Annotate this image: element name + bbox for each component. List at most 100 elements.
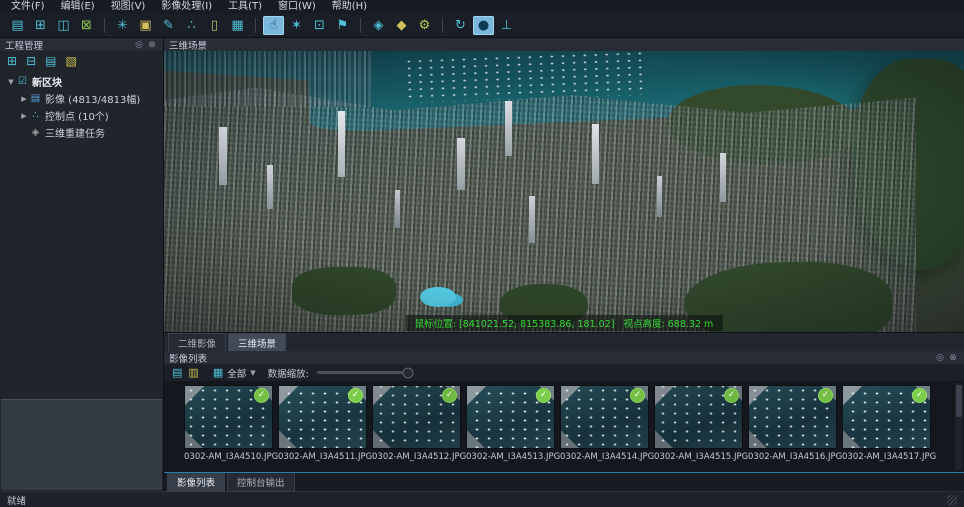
- image-list-toolbar-icons: ▤▥: [172, 366, 205, 379]
- image-thumbnail: ✓: [372, 385, 461, 449]
- menu-item-tools[interactable]: 工具(T): [220, 0, 270, 14]
- tree-item-control-points[interactable]: ▶∴控制点 (10个): [0, 107, 163, 124]
- image-thumbnail: ✓: [654, 385, 743, 449]
- main-area: 工程管理 ◎ ⊗ ⊞⊟▤▧ ▼☑新区块▶▤影像 (4813/4813幅)▶∴控制…: [0, 38, 964, 491]
- import-images-icon[interactable]: ⊟: [26, 54, 36, 68]
- save-project-icon[interactable]: ◫: [53, 16, 74, 35]
- image-thumbnail: ✓: [466, 385, 555, 449]
- grid-icon[interactable]: ▦: [227, 16, 248, 35]
- view-tab-3d-scene[interactable]: 三维场景: [228, 333, 286, 351]
- pose-view-icon[interactable]: ⊥: [496, 16, 517, 35]
- thumbnail-zoom-label: 数据缩放:: [268, 366, 309, 380]
- control-points-icon: ∴: [29, 110, 42, 121]
- orbit-view-icon[interactable]: ↻: [450, 16, 471, 35]
- project-tree: ▼☑新区块▶▤影像 (4813/4813幅)▶∴控制点 (10个)◈三维重建任务: [0, 71, 163, 398]
- feature-points-icon[interactable]: ✳: [112, 16, 133, 35]
- image-list-item[interactable]: ✓0302-AM_I3A4515.JPG: [654, 385, 743, 472]
- tree-item-images[interactable]: ▶▤影像 (4813/4813幅): [0, 90, 163, 107]
- tree-item-block[interactable]: ▼☑新区块: [0, 73, 163, 90]
- tree-item-label: 三维重建任务: [45, 125, 105, 140]
- tree-expand-arrow[interactable]: ▶: [19, 95, 29, 103]
- toolbar-separator: [255, 18, 256, 33]
- select-box-icon[interactable]: ⊡: [309, 16, 330, 35]
- thumbnail-zoom-slider[interactable]: [317, 371, 412, 374]
- image-filter-dropdown[interactable]: ▦ 全部 ▼: [213, 366, 256, 380]
- tree-expand-arrow[interactable]: ▼: [6, 78, 16, 86]
- match-points-icon[interactable]: ∴: [181, 16, 202, 35]
- image-list-item[interactable]: ✓0302-AM_I3A4512.JPG: [372, 385, 461, 472]
- thumbnail-strip: ✓0302-AM_I3A4510.JPG✓0302-AM_I3A4511.JPG…: [164, 381, 964, 472]
- check-badge-icon: ✓: [536, 388, 551, 403]
- pos-data-icon[interactable]: ▯: [204, 16, 225, 35]
- bottom-tab-bar: 影像列表控制台输出: [164, 473, 964, 491]
- new-project-icon[interactable]: ⊞: [30, 16, 51, 35]
- view-height-value: 688.32 m: [668, 319, 714, 330]
- globe-settings-icon[interactable]: ⚙: [414, 16, 435, 35]
- select-point-icon[interactable]: ✶: [286, 16, 307, 35]
- sphere-view-icon[interactable]: ●: [473, 16, 494, 35]
- menu-item-edit[interactable]: 编辑(E): [53, 0, 103, 14]
- image-edit-icon[interactable]: ▧: [65, 54, 76, 68]
- menu-item-window[interactable]: 窗口(W): [270, 0, 324, 14]
- menu-item-view[interactable]: 视图(V): [103, 0, 154, 14]
- tree-item-label: 影像 (4813/4813幅): [45, 91, 140, 106]
- toolbar-separator: [442, 18, 443, 33]
- image-list-item[interactable]: ✓0302-AM_I3A4513.JPG: [466, 385, 555, 472]
- check-badge-icon: ✓: [630, 388, 645, 403]
- add-model-icon[interactable]: ◈: [368, 16, 389, 35]
- view-tab-2d-image[interactable]: 二维影像: [168, 333, 226, 351]
- slider-knob[interactable]: [403, 367, 414, 378]
- open-project-icon[interactable]: ▤: [7, 16, 28, 35]
- project-panel: 工程管理 ◎ ⊗ ⊞ ⊟ ▤ ▧ ▼☑新区块▶▤影像 (4813/4813幅)▶∴控制…: [0, 38, 164, 491]
- image-list-item[interactable]: ✓0302-AM_I3A4511.JPG: [278, 385, 367, 472]
- project-panel-header: 工程管理 ◎ ⊗: [0, 38, 163, 51]
- image-filename: 0302-AM_I3A4512.JPG: [372, 449, 461, 462]
- close-panel-icon[interactable]: ⊗: [947, 353, 959, 363]
- bottom-tab-console-output[interactable]: 控制台输出: [227, 473, 295, 492]
- scrollbar[interactable]: [955, 383, 963, 470]
- viewport-column: 三维场景 鼠标位置: [841021.52, 815383.86, 181.02…: [164, 38, 964, 491]
- scrollbar-thumb[interactable]: [956, 385, 962, 417]
- show-images-icon[interactable]: ▤: [172, 366, 182, 379]
- edit-pose-icon[interactable]: ✎: [158, 16, 179, 35]
- image-list-item[interactable]: ✓0302-AM_I3A4510.JPG: [184, 385, 273, 472]
- image-list-item[interactable]: ✓0302-AM_I3A4514.JPG: [560, 385, 649, 472]
- float-panel-icon[interactable]: ◎: [934, 353, 946, 363]
- pan-hand-icon[interactable]: ☝: [263, 16, 284, 35]
- project-panel-title: 工程管理: [5, 38, 43, 52]
- close-project-icon[interactable]: ⊠: [76, 16, 97, 35]
- close-panel-icon[interactable]: ⊗: [146, 40, 158, 50]
- image-list-title: 影像列表: [169, 351, 207, 365]
- bottom-tab-image-list[interactable]: 影像列表: [167, 473, 225, 492]
- menu-bar: 文件(F)编辑(E)视图(V)影像处理(I)工具(T)窗口(W)帮助(H): [0, 0, 964, 14]
- image-filename: 0302-AM_I3A4515.JPG: [654, 449, 743, 462]
- float-panel-icon[interactable]: ◎: [133, 40, 145, 50]
- resize-grip-icon[interactable]: [947, 495, 957, 505]
- main-toolbar: ▤⊞◫⊠ ✳▣✎∴▯▦ ☝✶⊡⚑ ◈◆⚙ ↻●⊥: [0, 14, 964, 38]
- 3d-scene-canvas[interactable]: 鼠标位置: [841021.52, 815383.86, 181.02] 视点高…: [164, 51, 964, 332]
- check-badge-icon: ✓: [254, 388, 269, 403]
- tree-item-label: 新区块: [32, 74, 62, 89]
- flag-marker-icon[interactable]: ⚑: [332, 16, 353, 35]
- camera-icon[interactable]: ▣: [135, 16, 156, 35]
- image-list-item[interactable]: ✓0302-AM_I3A4517.JPG: [842, 385, 931, 472]
- tree-item-reconstruction-task[interactable]: ◈三维重建任务: [0, 124, 163, 141]
- mouse-position-label: 鼠标位置:: [415, 319, 456, 330]
- status-text: 就绪: [7, 493, 26, 507]
- image-filename: 0302-AM_I3A4511.JPG: [278, 449, 367, 462]
- check-badge-icon: ✓: [818, 388, 833, 403]
- menu-item-file[interactable]: 文件(F): [3, 0, 53, 14]
- image-thumbnail: ✓: [748, 385, 837, 449]
- model-quality-icon[interactable]: ◆: [391, 16, 412, 35]
- image-view-icon[interactable]: ▤: [45, 54, 56, 68]
- toolbar-separator: [360, 18, 361, 33]
- image-list-item[interactable]: ✓0302-AM_I3A4516.JPG: [748, 385, 837, 472]
- tree-expand-arrow[interactable]: ▶: [19, 112, 29, 120]
- lock-images-icon[interactable]: ▥: [188, 366, 198, 379]
- scene-panel-title: 三维场景: [169, 38, 207, 52]
- coordinate-readout: 鼠标位置: [841021.52, 815383.86, 181.02] 视点高…: [406, 315, 723, 331]
- image-thumbnail: ✓: [278, 385, 367, 449]
- menu-item-image-processing[interactable]: 影像处理(I): [153, 0, 220, 14]
- menu-item-help[interactable]: 帮助(H): [324, 0, 375, 14]
- new-block-icon[interactable]: ⊞: [7, 54, 17, 68]
